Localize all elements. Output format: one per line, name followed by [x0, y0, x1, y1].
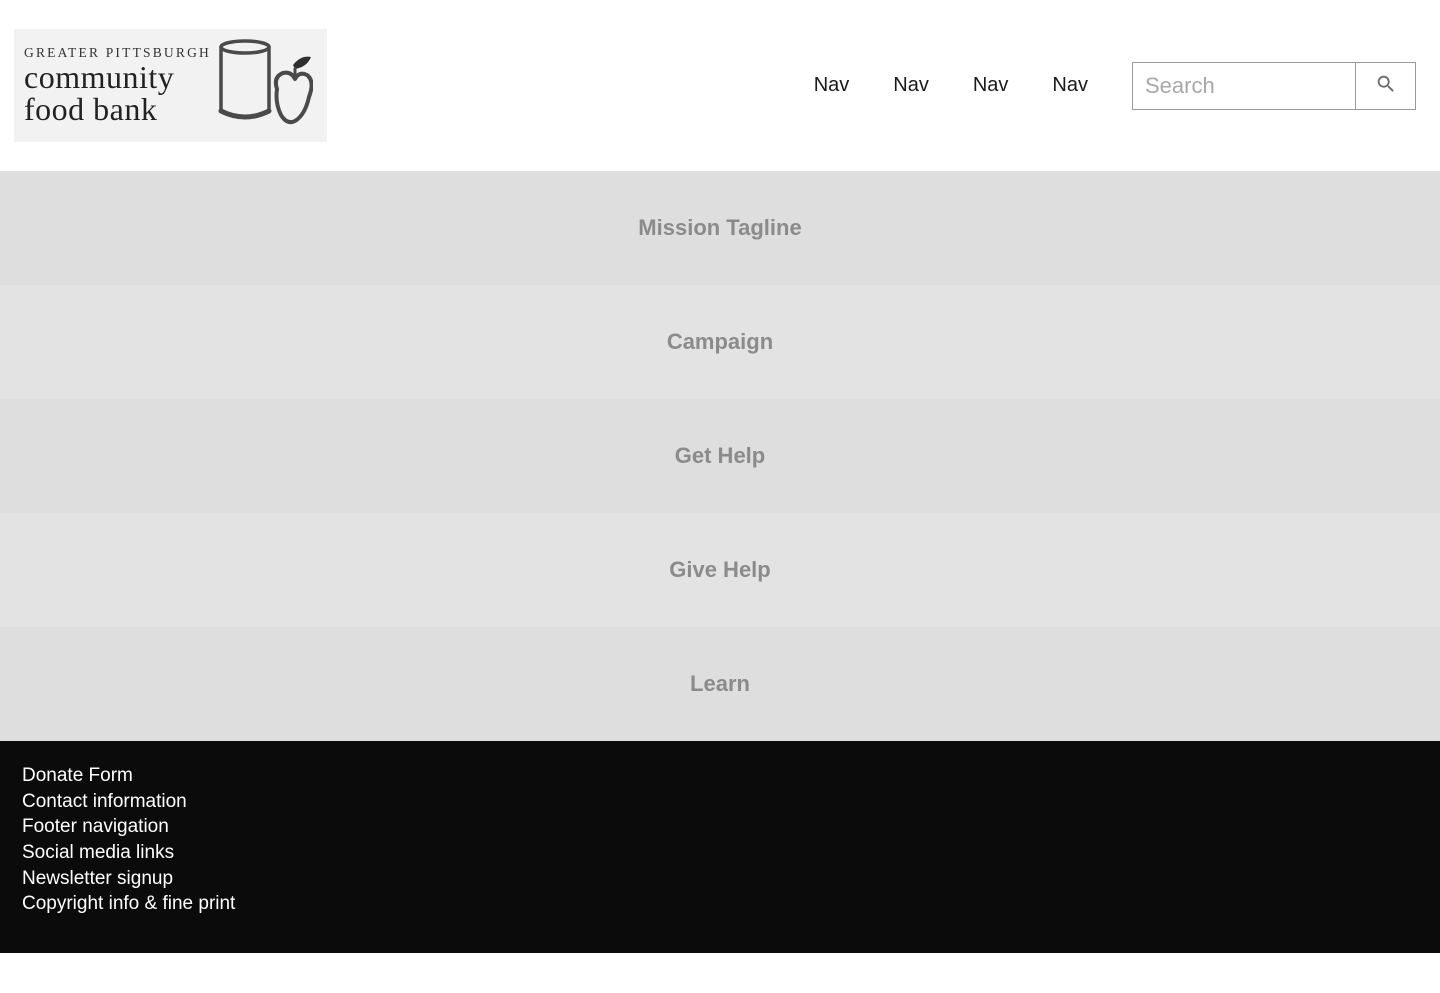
- can-apple-icon: [217, 37, 313, 134]
- search-icon: [1375, 73, 1397, 98]
- logo-line-1: GREATER PITTSBURGH: [24, 46, 211, 60]
- footer-item-contact[interactable]: Contact information: [22, 789, 1418, 815]
- search-button[interactable]: [1355, 63, 1415, 109]
- section-get-help: Get Help: [0, 399, 1440, 513]
- logo[interactable]: GREATER PITTSBURGH community food bank: [14, 29, 327, 142]
- header: GREATER PITTSBURGH community food bank N…: [0, 0, 1440, 171]
- footer-item-copyright: Copyright info & fine print: [22, 891, 1418, 917]
- logo-line-3: food bank: [24, 93, 211, 125]
- section-label: Learn: [690, 671, 750, 697]
- header-right: Nav Nav Nav Nav: [814, 62, 1416, 110]
- footer-item-newsletter[interactable]: Newsletter signup: [22, 866, 1418, 892]
- search-input[interactable]: [1133, 63, 1355, 109]
- nav-item-4[interactable]: Nav: [1052, 74, 1088, 97]
- section-label: Mission Tagline: [638, 215, 801, 241]
- footer-item-footer-nav[interactable]: Footer navigation: [22, 814, 1418, 840]
- section-learn: Learn: [0, 627, 1440, 741]
- section-mission-tagline: Mission Tagline: [0, 171, 1440, 285]
- section-give-help: Give Help: [0, 513, 1440, 627]
- logo-line-2: community: [24, 61, 211, 93]
- footer-item-donate-form[interactable]: Donate Form: [22, 763, 1418, 789]
- footer-item-social[interactable]: Social media links: [22, 840, 1418, 866]
- section-campaign: Campaign: [0, 285, 1440, 399]
- section-label: Give Help: [669, 557, 770, 583]
- search-box: [1132, 62, 1416, 110]
- footer: Donate Form Contact information Footer n…: [0, 741, 1440, 953]
- nav-item-3[interactable]: Nav: [973, 74, 1009, 97]
- primary-nav: Nav Nav Nav Nav: [814, 74, 1088, 97]
- section-label: Get Help: [675, 443, 765, 469]
- logo-text: GREATER PITTSBURGH community food bank: [24, 46, 211, 126]
- nav-item-2[interactable]: Nav: [893, 74, 929, 97]
- nav-item-1[interactable]: Nav: [814, 74, 850, 97]
- section-label: Campaign: [667, 329, 773, 355]
